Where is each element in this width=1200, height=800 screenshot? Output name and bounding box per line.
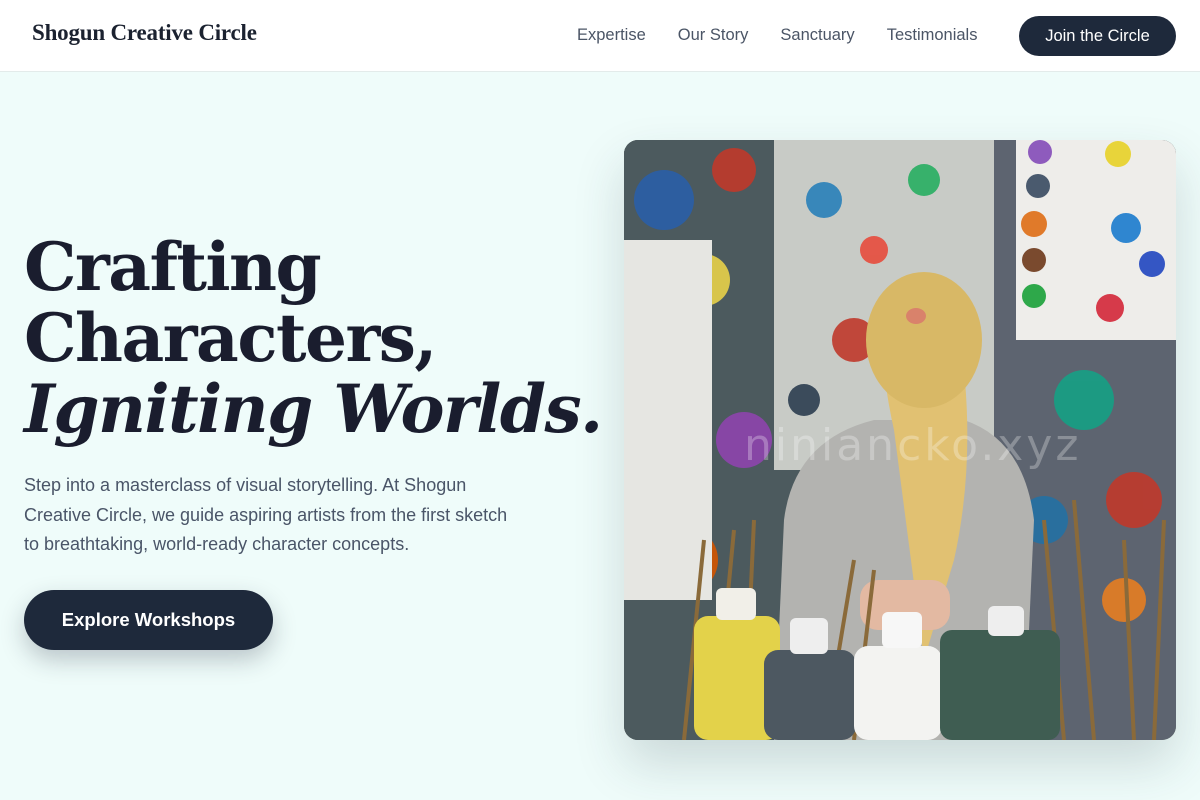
hero-photo: niniancko.xyz <box>624 140 1176 740</box>
site-header: Shogun Creative Circle Expertise Our Sto… <box>0 0 1200 72</box>
nav-item-expertise[interactable]: Expertise <box>577 25 646 45</box>
nav-item-sanctuary[interactable]: Sanctuary <box>780 25 854 45</box>
hero-title-line-2: Characters, <box>24 299 437 377</box>
explore-workshops-button[interactable]: Explore Workshops <box>24 590 273 650</box>
hero-description: Step into a masterclass of visual storyt… <box>24 475 508 554</box>
nav-item-testimonials[interactable]: Testimonials <box>887 25 978 45</box>
main-nav: Expertise Our Story Sanctuary Testimonia… <box>577 25 977 45</box>
image-watermark: niniancko.xyz <box>744 420 1082 471</box>
hero-title: Crafting Characters, Igniting Worlds. <box>24 228 603 448</box>
hero-title-line-3: Igniting Worlds. <box>24 370 603 448</box>
hero-title-line-1: Crafting <box>24 228 322 306</box>
brand-logo[interactable]: Shogun Creative Circle <box>32 20 257 46</box>
nav-item-our-story[interactable]: Our Story <box>678 25 749 45</box>
join-circle-button[interactable]: Join the Circle <box>1019 16 1176 56</box>
